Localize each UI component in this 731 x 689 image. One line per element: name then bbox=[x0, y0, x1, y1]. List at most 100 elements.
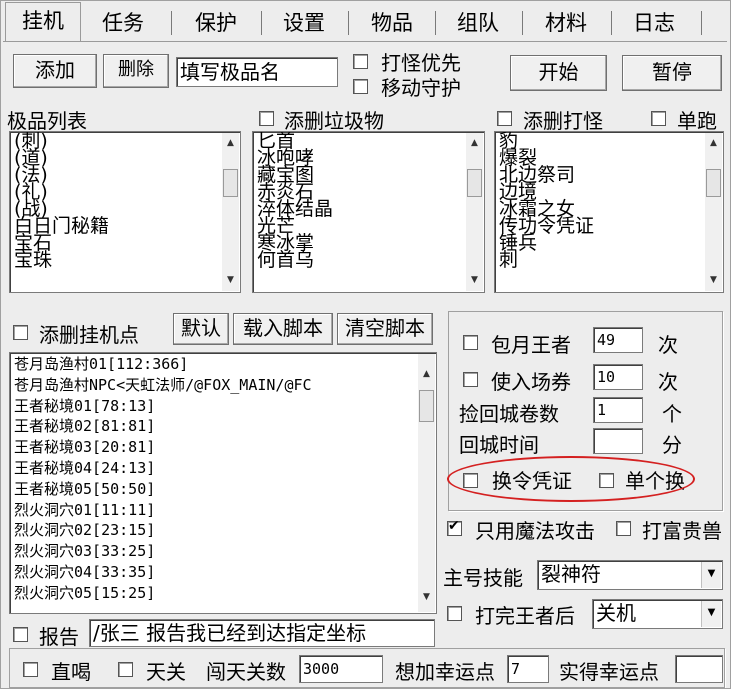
drink-label: 直喝 bbox=[51, 660, 91, 684]
list-item[interactable]: 王者秘境03[20:81] bbox=[14, 437, 312, 458]
tab-quest[interactable]: 任务 bbox=[87, 7, 159, 39]
use-ticket-checkbox[interactable] bbox=[463, 372, 478, 387]
use-ticket-input[interactable]: 10 bbox=[593, 364, 643, 390]
monster-items: 豹爆裂 北边祭司 边境 冰霜之女 传功令凭证 锤兵刺 bbox=[499, 132, 594, 270]
list-item[interactable]: 烈火洞穴04[33:35] bbox=[14, 562, 312, 583]
return-scroll-input[interactable]: 1 bbox=[593, 397, 643, 423]
chevron-down-icon[interactable]: ▼ bbox=[701, 562, 721, 588]
actual-luck-input[interactable] bbox=[675, 655, 723, 683]
main-skill-select[interactable]: 裂神符 ▼ bbox=[537, 560, 723, 590]
monster-list[interactable]: 豹爆裂 北边祭司 边境 冰霜之女 传功令凭证 锤兵刺 ▲ ▼ bbox=[494, 131, 724, 293]
add-button[interactable]: 添加 bbox=[13, 54, 97, 88]
list-item[interactable]: 王者秘境02[81:81] bbox=[14, 416, 312, 437]
list-item[interactable]: 王者秘境05[50:50] bbox=[14, 479, 312, 500]
junk-list-title: 添删垃圾物 bbox=[284, 109, 384, 133]
return-scroll-label: 捡回城卷数 bbox=[459, 402, 559, 426]
tianguan-count-input[interactable]: 3000 bbox=[299, 655, 383, 683]
best-items-list[interactable]: (刺) (道) (法) (礼) (战) 白日门秘籍 宝石 宝珠 ▲ ▼ bbox=[9, 131, 241, 293]
fight-rich-checkbox[interactable] bbox=[616, 521, 631, 536]
magic-only-label: 只用魔法攻击 bbox=[475, 519, 595, 543]
after-king-checkbox[interactable] bbox=[447, 606, 462, 621]
solo-checkbox[interactable] bbox=[651, 111, 666, 126]
scrollbar[interactable]: ▲ ▼ bbox=[705, 133, 722, 291]
monster-priority-checkbox[interactable] bbox=[353, 54, 368, 69]
list-item[interactable]: 苍月岛渔村NPC<天虹法师/@FOX_MAIN/@FC bbox=[14, 375, 312, 396]
list-item[interactable]: 王者秘境01[78:13] bbox=[14, 396, 312, 417]
highlight-oval bbox=[447, 456, 695, 502]
list-item[interactable]: 刺 bbox=[499, 251, 594, 270]
scroll-thumb[interactable] bbox=[467, 169, 482, 197]
junk-items-list[interactable]: 匕首 冰咆哮 藏宝图 赤炎石 淬体结晶 光芒 寒冰掌 何首乌 ▲ ▼ bbox=[252, 131, 485, 293]
hangup-points-list[interactable]: 苍月岛渔村01[112:366] 苍月岛渔村NPC<天虹法师/@FOX_MAIN/… bbox=[9, 352, 437, 614]
scrollbar[interactable]: ▲ ▼ bbox=[466, 133, 483, 291]
best-list-title: 极品列表 bbox=[7, 109, 87, 133]
monthly-king-input[interactable]: 49 bbox=[593, 327, 643, 353]
list-item[interactable]: 烈火洞穴03[33:25] bbox=[14, 541, 312, 562]
delete-button[interactable]: 删除 bbox=[103, 54, 169, 88]
scrollbar[interactable]: ▲ ▼ bbox=[418, 354, 435, 612]
report-label: 报告 bbox=[39, 625, 79, 649]
pause-button[interactable]: 暂停 bbox=[622, 55, 722, 91]
scroll-down-icon[interactable]: ▼ bbox=[705, 272, 722, 289]
report-input[interactable]: /张三 报告我已经到达指定坐标 bbox=[89, 619, 435, 647]
tab-hangup[interactable]: 挂机 bbox=[5, 2, 81, 41]
list-item[interactable]: 何首乌 bbox=[257, 251, 333, 270]
return-time-label: 回城时间 bbox=[459, 433, 539, 457]
scroll-thumb[interactable] bbox=[706, 169, 721, 197]
scroll-up-icon[interactable]: ▲ bbox=[466, 135, 483, 152]
tab-materials[interactable]: 材料 bbox=[529, 7, 603, 39]
start-button[interactable]: 开始 bbox=[510, 55, 607, 91]
list-item[interactable]: 烈火洞穴01[11:11] bbox=[14, 500, 312, 521]
load-script-button[interactable]: 载入脚本 bbox=[233, 313, 333, 345]
list-item[interactable]: 烈火洞穴02[23:15] bbox=[14, 520, 312, 541]
move-protect-label: 移动守护 bbox=[381, 76, 461, 100]
scrollbar[interactable]: ▲ ▼ bbox=[222, 133, 239, 291]
drink-checkbox[interactable] bbox=[23, 662, 38, 677]
tab-separator bbox=[435, 11, 436, 35]
scroll-thumb[interactable] bbox=[419, 390, 434, 422]
item-name-input[interactable]: 填写极品名 bbox=[176, 57, 338, 87]
report-checkbox[interactable] bbox=[13, 627, 28, 642]
add-point-checkbox[interactable] bbox=[13, 325, 28, 340]
tianguan-count-label: 闯天关数 bbox=[206, 660, 286, 684]
best-items: (刺) (道) (法) (礼) (战) 白日门秘籍 宝石 宝珠 bbox=[14, 132, 109, 270]
actual-luck-label: 实得幸运点 bbox=[559, 660, 659, 684]
after-king-select[interactable]: 关机 ▼ bbox=[592, 599, 723, 629]
scroll-up-icon[interactable]: ▲ bbox=[705, 135, 722, 152]
tianguan-checkbox[interactable] bbox=[118, 662, 133, 677]
tab-log[interactable]: 日志 bbox=[617, 7, 691, 39]
monthly-king-checkbox[interactable] bbox=[463, 335, 478, 350]
tab-team[interactable]: 组队 bbox=[441, 7, 515, 39]
count-unit: 个 bbox=[662, 402, 682, 426]
clear-script-button[interactable]: 清空脚本 bbox=[337, 313, 433, 345]
fight-rich-label: 打富贵兽 bbox=[642, 519, 722, 543]
tab-items[interactable]: 物品 bbox=[355, 7, 429, 39]
scroll-down-icon[interactable]: ▼ bbox=[222, 272, 239, 289]
main-skill-label: 主号技能 bbox=[443, 566, 523, 590]
list-item[interactable]: 烈火洞穴05[15:25] bbox=[14, 583, 312, 604]
after-king-value: 关机 bbox=[596, 601, 636, 625]
use-ticket-label: 使入场券 bbox=[491, 370, 571, 394]
scroll-up-icon[interactable]: ▲ bbox=[418, 366, 435, 383]
scroll-down-icon[interactable]: ▼ bbox=[418, 589, 435, 606]
tab-protect[interactable]: 保护 bbox=[179, 7, 253, 39]
luck-input[interactable]: 7 bbox=[507, 655, 549, 683]
move-protect-checkbox[interactable] bbox=[353, 79, 368, 94]
scroll-thumb[interactable] bbox=[223, 169, 238, 197]
return-time-input[interactable] bbox=[593, 428, 643, 454]
list-item[interactable]: 苍月岛渔村01[112:366] bbox=[14, 354, 312, 375]
magic-only-checkbox[interactable] bbox=[447, 518, 462, 536]
junk-checkbox[interactable] bbox=[259, 111, 274, 126]
scroll-down-icon[interactable]: ▼ bbox=[466, 272, 483, 289]
tianguan-label: 天关 bbox=[146, 660, 186, 684]
list-item[interactable]: 宝珠 bbox=[14, 251, 109, 270]
monster-checkbox[interactable] bbox=[497, 111, 512, 126]
default-button[interactable]: 默认 bbox=[173, 313, 229, 345]
tab-bar: 挂机 任务 保护 设置 物品 组队 材料 日志 bbox=[1, 1, 730, 41]
minute-unit: 分 bbox=[662, 433, 682, 457]
tab-settings[interactable]: 设置 bbox=[267, 7, 341, 39]
list-item[interactable]: 王者秘境04[24:13] bbox=[14, 458, 312, 479]
chevron-down-icon[interactable]: ▼ bbox=[701, 601, 721, 627]
tab-separator bbox=[261, 11, 262, 35]
scroll-up-icon[interactable]: ▲ bbox=[222, 135, 239, 152]
